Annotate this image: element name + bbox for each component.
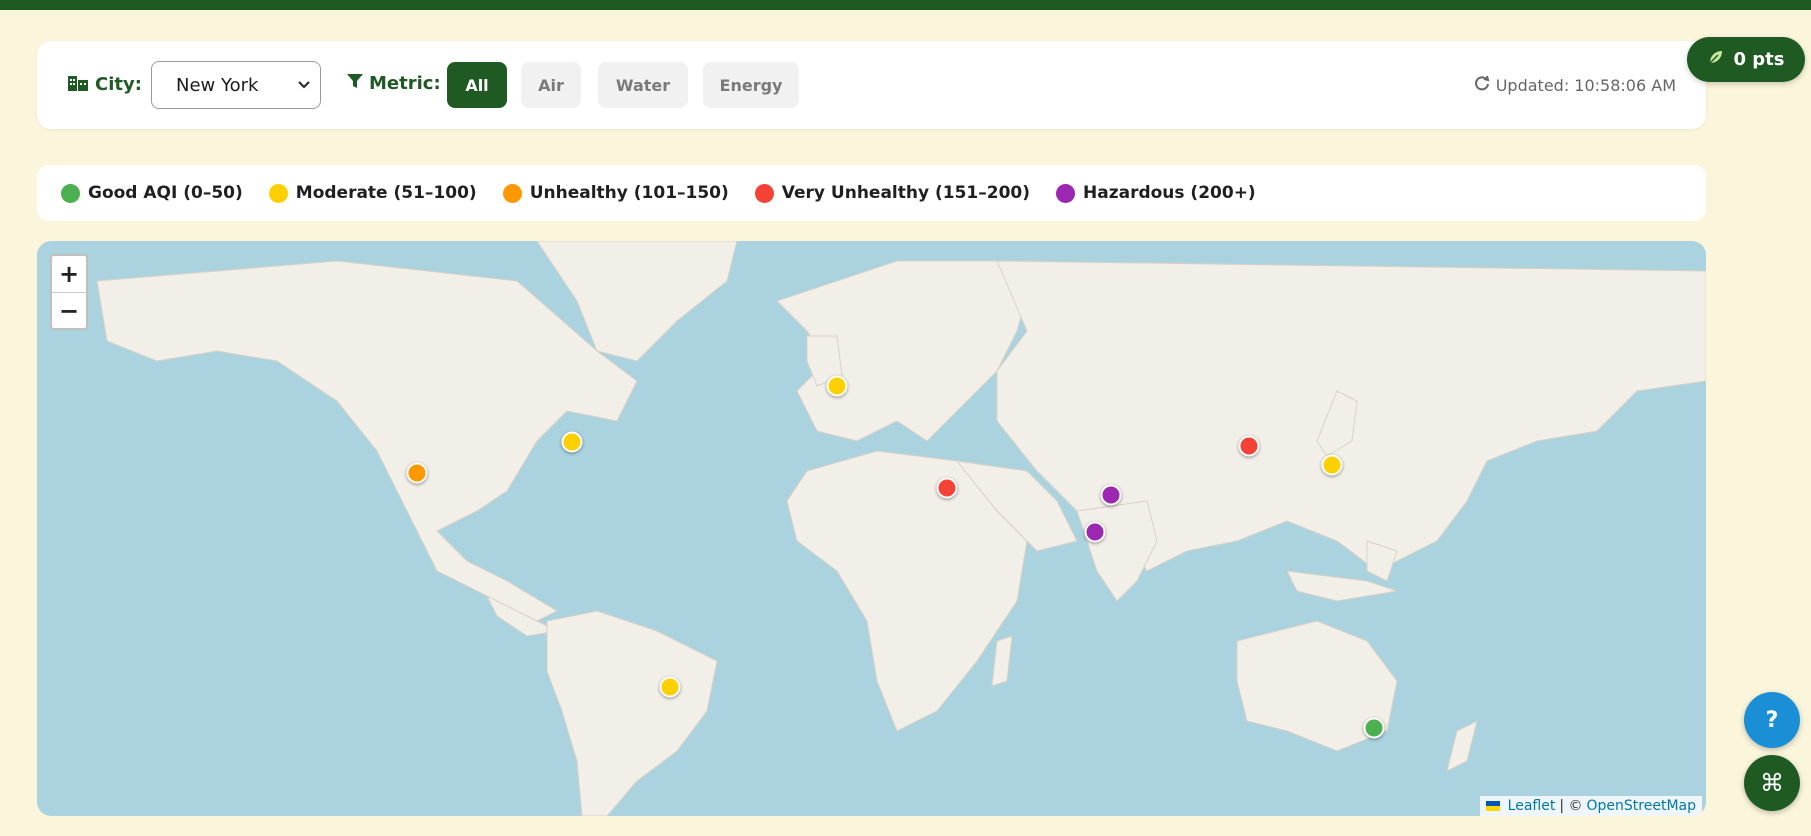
marker-beijing[interactable]: [1238, 435, 1260, 457]
updated-text: Updated: 10:58:06 AM: [1495, 75, 1676, 95]
world-map[interactable]: + − Leaflet | © OpenStreetMap: [37, 241, 1706, 816]
metric-label: Metric:: [347, 73, 441, 94]
map-attribution: Leaflet | © OpenStreetMap: [1479, 796, 1702, 816]
marker-rio[interactable]: [659, 676, 681, 698]
marker-mumbai[interactable]: [1084, 521, 1106, 543]
attribution-separator: | ©: [1559, 798, 1583, 814]
marker-london[interactable]: [826, 375, 848, 397]
legend-item-good: Good AQI (0–50): [61, 183, 243, 203]
legend-item-unhealthy: Unhealthy (101–150): [502, 183, 729, 203]
points-badge[interactable]: 0 pts: [1687, 37, 1805, 82]
chevron-down-icon: [298, 77, 310, 93]
zoom-in-button[interactable]: +: [52, 256, 86, 293]
legend-dot: [268, 183, 288, 203]
marker-los-angeles[interactable]: [406, 462, 428, 484]
metric-all-button[interactable]: All: [447, 62, 507, 108]
legend-item-moderate: Moderate (51–100): [268, 183, 477, 203]
map-tiles: [96, 241, 1706, 816]
zoom-out-button[interactable]: −: [52, 293, 86, 329]
metric-air-button[interactable]: Air: [521, 62, 581, 108]
leaflet-link[interactable]: Leaflet: [1508, 798, 1556, 814]
marker-tokyo[interactable]: [1321, 454, 1343, 476]
marker-cairo[interactable]: [936, 477, 958, 499]
legend-dot: [754, 183, 774, 203]
marker-delhi[interactable]: [1100, 484, 1122, 506]
ukraine-flag-icon: [1485, 801, 1500, 811]
leaf-icon: [1708, 49, 1724, 70]
top-accent-bar: [0, 0, 1811, 10]
city-label: City:: [67, 73, 142, 96]
legend-item-very-unhealthy: Very Unhealthy (151–200): [754, 183, 1030, 203]
legend-dot: [61, 183, 80, 203]
city-select-value: New York: [176, 74, 259, 96]
refresh-icon: [1474, 75, 1490, 95]
legend-item-hazardous: Hazardous (200+): [1056, 183, 1256, 203]
zoom-control: + −: [50, 254, 88, 330]
osm-link[interactable]: OpenStreetMap: [1587, 798, 1696, 814]
marker-sydney[interactable]: [1363, 717, 1385, 739]
building-icon: [67, 73, 89, 96]
city-select[interactable]: New York: [151, 61, 321, 109]
aqi-legend: Good AQI (0–50) Moderate (51–100) Unheal…: [37, 165, 1706, 221]
legend-dot: [1056, 183, 1075, 203]
filter-icon: [347, 73, 363, 94]
controls-panel: City: New York Metric: All Air Water Ene…: [37, 41, 1706, 129]
legend-dot: [502, 183, 522, 203]
help-button[interactable]: ?: [1744, 692, 1800, 748]
command-palette-button[interactable]: ⌘: [1744, 755, 1800, 811]
marker-new-york[interactable]: [561, 431, 583, 453]
points-text: 0 pts: [1733, 49, 1785, 70]
updated-status: Updated: 10:58:06 AM: [1474, 75, 1676, 95]
metric-water-button[interactable]: Water: [598, 62, 688, 108]
metric-energy-button[interactable]: Energy: [703, 62, 799, 108]
